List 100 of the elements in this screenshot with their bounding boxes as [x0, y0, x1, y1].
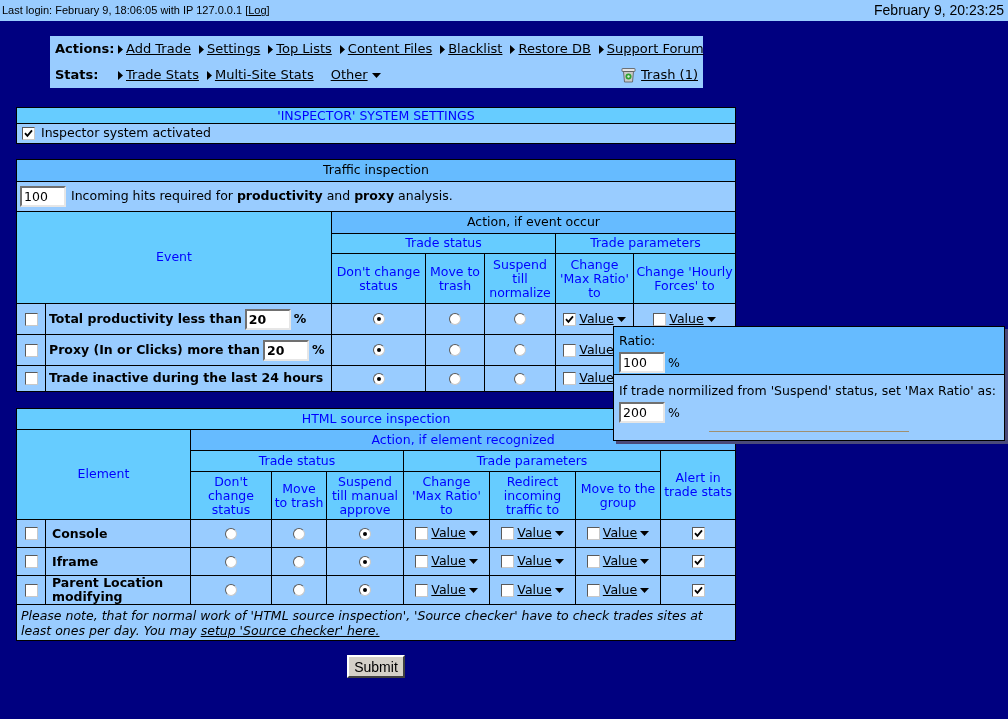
caret-icon: [468, 587, 478, 593]
radio-button[interactable]: [359, 584, 371, 597]
checkbox[interactable]: [691, 583, 705, 597]
hits-description: Incoming hits required for productivity and proxy analysis.: [71, 187, 453, 206]
column-header: Move to trash: [425, 253, 485, 304]
radio-button[interactable]: [293, 555, 305, 568]
row-label: Console: [52, 525, 108, 541]
input-field[interactable]: 20: [263, 339, 309, 361]
row-label: Trade inactive during the last 24 hours: [49, 369, 324, 388]
radio-button[interactable]: [514, 372, 526, 385]
column-header: Don't change status: [331, 253, 426, 304]
checkbox[interactable]: [691, 555, 705, 569]
radio-button[interactable]: [225, 584, 237, 597]
row-label: Total productivity less than: [49, 309, 242, 328]
nav-label: Stats:: [55, 66, 100, 85]
triangle-bullet-icon: [206, 70, 212, 80]
triangle-bullet-icon: [339, 44, 345, 54]
radio-button[interactable]: [225, 555, 237, 568]
unit-label: %: [312, 340, 325, 359]
nav-link[interactable]: Content Files: [347, 39, 433, 59]
nav-link[interactable]: Add Trade: [126, 39, 191, 59]
nav-link[interactable]: Restore DB: [518, 39, 591, 59]
log-link[interactable]: Log: [248, 4, 267, 17]
column-header: Suspend till normalize: [484, 253, 556, 304]
checkbox[interactable]: [586, 527, 600, 540]
radio-button[interactable]: [359, 555, 371, 568]
radio-button[interactable]: [372, 313, 385, 326]
unit-label: %: [668, 354, 680, 372]
checkbox[interactable]: [586, 583, 600, 597]
triangle-bullet-icon: [198, 44, 204, 54]
checkbox[interactable]: [415, 527, 429, 540]
caret-icon: [468, 531, 478, 536]
nav-link[interactable]: Support Forum: [606, 39, 704, 59]
caret-icon: [554, 559, 564, 564]
checkbox[interactable]: [24, 312, 38, 326]
nav-link[interactable]: Trade Stats: [126, 65, 199, 85]
table-title: Traffic inspection: [16, 159, 736, 182]
checkbox[interactable]: [415, 555, 429, 568]
radio-button[interactable]: [449, 313, 461, 326]
checkbox-label: Inspector system activated: [41, 124, 211, 143]
nav-link[interactable]: Blacklist: [448, 39, 503, 59]
checkbox[interactable]: [501, 527, 515, 540]
column-header: Event: [16, 211, 332, 304]
triangle-bullet-icon: [440, 44, 446, 54]
menu-link[interactable]: Other: [330, 65, 381, 85]
nav-label: Actions:: [55, 40, 116, 59]
table-title: 'INSPECTOR' SYSTEM SETTINGS: [16, 107, 736, 124]
radio-button[interactable]: [449, 344, 461, 357]
triangle-bullet-icon: [118, 44, 123, 54]
note-text: Please note, that for normal work of 'HTML source inspection', 'Source checker' have to check trades sites at least ones per day. You may setup 'Source checker' here.: [16, 604, 736, 641]
nav-link[interactable]: Settings: [206, 39, 261, 59]
triangle-bullet-icon: [268, 44, 274, 54]
radio-button[interactable]: [449, 372, 461, 385]
radio-button[interactable]: [293, 527, 305, 540]
column-header: Element: [16, 429, 191, 520]
checkbox[interactable]: [501, 555, 515, 568]
checkbox[interactable]: [24, 555, 38, 569]
checkbox[interactable]: [563, 312, 577, 326]
input-field[interactable]: 100: [619, 351, 665, 373]
nav-link[interactable]: Multi-Site Stats: [214, 65, 314, 85]
triangle-bullet-icon: [118, 70, 123, 80]
checkbox[interactable]: [24, 527, 38, 541]
submit-button[interactable]: Submit: [347, 655, 405, 678]
row-label: Parent Location modifying: [52, 575, 164, 604]
checkbox[interactable]: [563, 372, 577, 385]
checkbox[interactable]: [415, 583, 429, 597]
radio-button[interactable]: [372, 372, 385, 385]
radio-button[interactable]: [225, 527, 237, 540]
caret-icon: [468, 559, 478, 564]
triangle-bullet-icon: [510, 44, 516, 54]
radio-button[interactable]: [372, 344, 385, 357]
checkbox[interactable]: [22, 127, 35, 140]
column-header: Alert in trade stats: [660, 450, 736, 520]
checkbox[interactable]: [24, 343, 38, 357]
caret-icon: [371, 72, 381, 78]
trash-link[interactable]: Trash (1): [641, 65, 698, 85]
checkbox[interactable]: [691, 527, 705, 541]
checkbox[interactable]: [24, 372, 38, 386]
checkbox[interactable]: [501, 583, 515, 597]
input-field[interactable]: 20: [244, 308, 291, 330]
radio-button[interactable]: [514, 344, 526, 357]
caret-icon: [706, 316, 716, 322]
radio-button[interactable]: [514, 313, 526, 326]
column-group-header: Trade parameters: [403, 450, 661, 472]
field-label: If trade normilized from 'Suspend' status, set 'Max Ratio' as:: [619, 382, 996, 400]
setup-link[interactable]: setup 'Source checker' here.: [200, 622, 380, 638]
column-header: Change 'Hourly Forces' to: [633, 253, 736, 304]
radio-button[interactable]: [293, 584, 305, 597]
triangle-bullet-icon: [598, 44, 604, 54]
nav-link[interactable]: Top Lists: [276, 39, 332, 59]
input-field[interactable]: 100: [20, 186, 66, 207]
column-group-header: Action, if event occur: [331, 211, 736, 234]
checkbox[interactable]: [653, 312, 667, 326]
checkbox[interactable]: [586, 555, 600, 568]
checkbox[interactable]: [563, 343, 577, 357]
checkbox[interactable]: [24, 583, 38, 597]
radio-button[interactable]: [359, 527, 371, 540]
input-field[interactable]: 200: [619, 401, 665, 423]
caret-icon: [616, 316, 626, 322]
unit-label: %: [293, 309, 307, 328]
